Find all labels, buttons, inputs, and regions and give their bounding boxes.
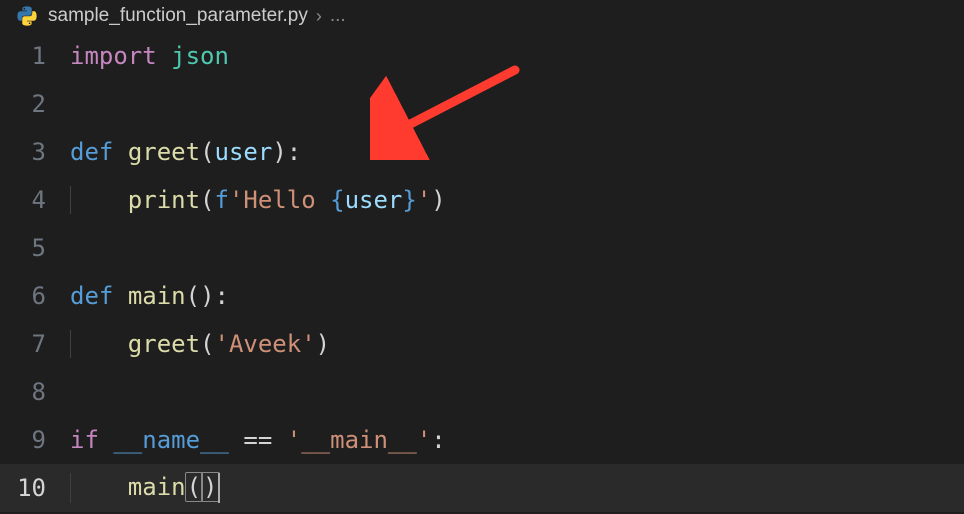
code-line: 3 def greet(user): [0, 128, 964, 176]
line-number: 3 [0, 138, 70, 166]
code-content[interactable]: def greet(user): [70, 138, 301, 166]
code-line: 1 import json [0, 32, 964, 80]
line-number: 8 [0, 378, 70, 406]
code-line: 2 [0, 80, 964, 128]
breadcrumb[interactable]: sample_function_parameter.py › ... [0, 0, 964, 32]
indent-guide [70, 330, 71, 358]
line-number: 4 [0, 186, 70, 214]
code-content[interactable]: def main(): [70, 282, 229, 310]
breadcrumb-filename[interactable]: sample_function_parameter.py [48, 5, 308, 27]
indent-guide [70, 473, 71, 503]
code-content[interactable]: print(f'Hello {user}') [70, 186, 446, 214]
code-editor[interactable]: 1 import json 2 3 def greet(user): 4 pri… [0, 32, 964, 512]
line-number: 2 [0, 90, 70, 118]
line-number: 9 [0, 426, 70, 454]
code-content[interactable]: import json [70, 42, 229, 70]
code-line: 7 greet('Aveek') [0, 320, 964, 368]
python-icon [16, 5, 38, 27]
code-line: 5 [0, 224, 964, 272]
code-line: 6 def main(): [0, 272, 964, 320]
line-number: 7 [0, 330, 70, 358]
code-line: 10 main() [0, 464, 964, 512]
code-line: 8 [0, 368, 964, 416]
breadcrumb-ellipsis[interactable]: ... [330, 5, 346, 27]
line-number: 1 [0, 42, 70, 70]
line-number: 10 [0, 474, 70, 502]
code-content[interactable]: main() [70, 473, 220, 503]
code-content[interactable]: greet('Aveek') [70, 330, 330, 358]
breadcrumb-separator-icon: › [316, 6, 322, 27]
code-line: 4 print(f'Hello {user}') [0, 176, 964, 224]
line-number: 6 [0, 282, 70, 310]
code-line: 9 if __name__ == '__main__': [0, 416, 964, 464]
indent-guide [70, 186, 71, 214]
line-number: 5 [0, 234, 70, 262]
cursor [218, 473, 220, 503]
code-content[interactable]: if __name__ == '__main__': [70, 426, 446, 454]
